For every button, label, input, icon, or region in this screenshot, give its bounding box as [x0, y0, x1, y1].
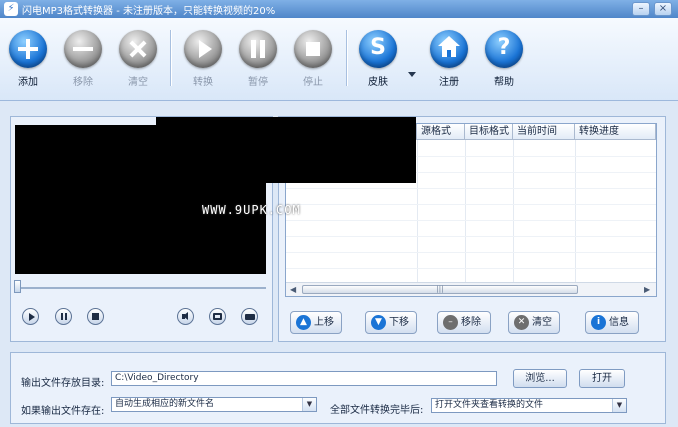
minimize-button[interactable]: – — [632, 2, 650, 16]
after-label: 全部文件转换完毕后: — [330, 405, 424, 416]
register-label: 注册 — [439, 77, 459, 88]
title-bar: ⚡ 闪电MP3格式转换器 - 未注册版本，只能转换视频的20% – × — [0, 0, 678, 18]
info-icon: i — [591, 315, 606, 330]
folder-icon — [245, 314, 255, 320]
column-header-target-format[interactable]: 目标格式 — [465, 124, 513, 140]
column-header-progress[interactable]: 转换进度 — [575, 124, 656, 140]
exists-label: 如果输出文件存在: — [21, 406, 105, 417]
remove-button[interactable]: 移除 — [58, 30, 108, 96]
convert-label: 转换 — [193, 77, 213, 88]
scroll-right-icon[interactable]: ▶ — [644, 285, 650, 294]
camera-icon — [213, 313, 222, 320]
list-clear-button[interactable]: ✕ 清空 — [508, 311, 560, 334]
preview-pause-button[interactable] — [55, 308, 72, 325]
stop-button[interactable]: 停止 — [288, 30, 338, 96]
horizontal-scrollbar[interactable]: ◀ ||| ▶ — [286, 282, 656, 296]
black-overlay — [156, 117, 416, 183]
minus-icon: – — [443, 315, 458, 330]
toolbar-separator — [170, 30, 172, 86]
browse-button[interactable]: 浏览... — [513, 369, 567, 388]
skin-icon: S — [359, 30, 397, 68]
play-icon — [184, 30, 222, 68]
column-header-current-time[interactable]: 当前时间 — [513, 124, 575, 140]
register-button[interactable]: 注册 — [424, 30, 474, 96]
arrow-up-icon: ▲ — [296, 315, 311, 330]
volume-button[interactable] — [177, 308, 194, 325]
pause-icon — [239, 30, 277, 68]
minus-icon — [64, 30, 102, 68]
window-title: 闪电MP3格式转换器 - 未注册版本，只能转换视频的20% — [22, 6, 276, 17]
preview-stop-button[interactable] — [87, 308, 104, 325]
move-up-button[interactable]: ▲ 上移 — [290, 311, 342, 334]
app-icon: ⚡ — [4, 2, 18, 16]
help-label: 帮助 — [494, 77, 514, 88]
chevron-down-icon[interactable]: ▼ — [612, 399, 626, 412]
pause-button[interactable]: 暂停 — [233, 30, 283, 96]
help-button[interactable]: ? 帮助 — [479, 30, 529, 96]
after-select[interactable]: 打开文件夹查看转换的文件 ▼ — [431, 398, 627, 413]
info-button[interactable]: i 信息 — [585, 311, 639, 334]
clear-label: 清空 — [128, 77, 148, 88]
x-icon — [119, 30, 157, 68]
toolbar-separator — [346, 30, 348, 86]
home-icon — [430, 30, 468, 68]
move-down-button[interactable]: ▼ 下移 — [365, 311, 417, 334]
column-header-source-format[interactable]: 源格式 — [417, 124, 465, 140]
convert-button[interactable]: 转换 — [178, 30, 228, 96]
pause-label: 暂停 — [248, 77, 268, 88]
add-label: 添加 — [18, 77, 38, 88]
question-icon: ? — [485, 30, 523, 68]
chevron-down-icon[interactable]: ▼ — [302, 398, 316, 411]
output-dir-label: 输出文件存放目录: — [21, 378, 105, 389]
open-folder-button[interactable] — [241, 308, 258, 325]
list-remove-button[interactable]: – 移除 — [437, 311, 491, 334]
preview-play-button[interactable] — [22, 308, 39, 325]
open-button[interactable]: 打开 — [579, 369, 625, 388]
x-icon: ✕ — [514, 315, 529, 330]
watermark-text: WWW.9UPK.COM — [202, 203, 301, 217]
close-button[interactable]: × — [654, 2, 672, 16]
pause-icon — [61, 313, 63, 320]
add-button[interactable]: 添加 — [3, 30, 53, 96]
stop-icon — [92, 313, 99, 320]
exists-select[interactable]: 自动生成相应的新文件名 ▼ — [111, 397, 317, 412]
scrollbar-thumb[interactable]: ||| — [302, 285, 578, 294]
skin-label: 皮肤 — [368, 77, 388, 88]
skin-dropdown-icon[interactable] — [408, 72, 416, 77]
toolbar: 添加 移除 清空 转换 暂停 停止 S 皮肤 注册 ? 帮助 — [0, 18, 678, 101]
play-icon — [29, 313, 35, 321]
skin-button[interactable]: S 皮肤 — [353, 30, 403, 96]
stop-label: 停止 — [303, 77, 323, 88]
stop-icon — [294, 30, 332, 68]
output-dir-input[interactable]: C:\Video_Directory — [111, 371, 497, 386]
plus-icon — [9, 30, 47, 68]
remove-label: 移除 — [73, 77, 93, 88]
seek-track[interactable] — [15, 287, 266, 289]
seek-handle[interactable] — [14, 280, 21, 293]
scroll-left-icon[interactable]: ◀ — [290, 285, 296, 294]
arrow-down-icon: ▼ — [371, 315, 386, 330]
snapshot-button[interactable] — [209, 308, 226, 325]
clear-button[interactable]: 清空 — [113, 30, 163, 96]
